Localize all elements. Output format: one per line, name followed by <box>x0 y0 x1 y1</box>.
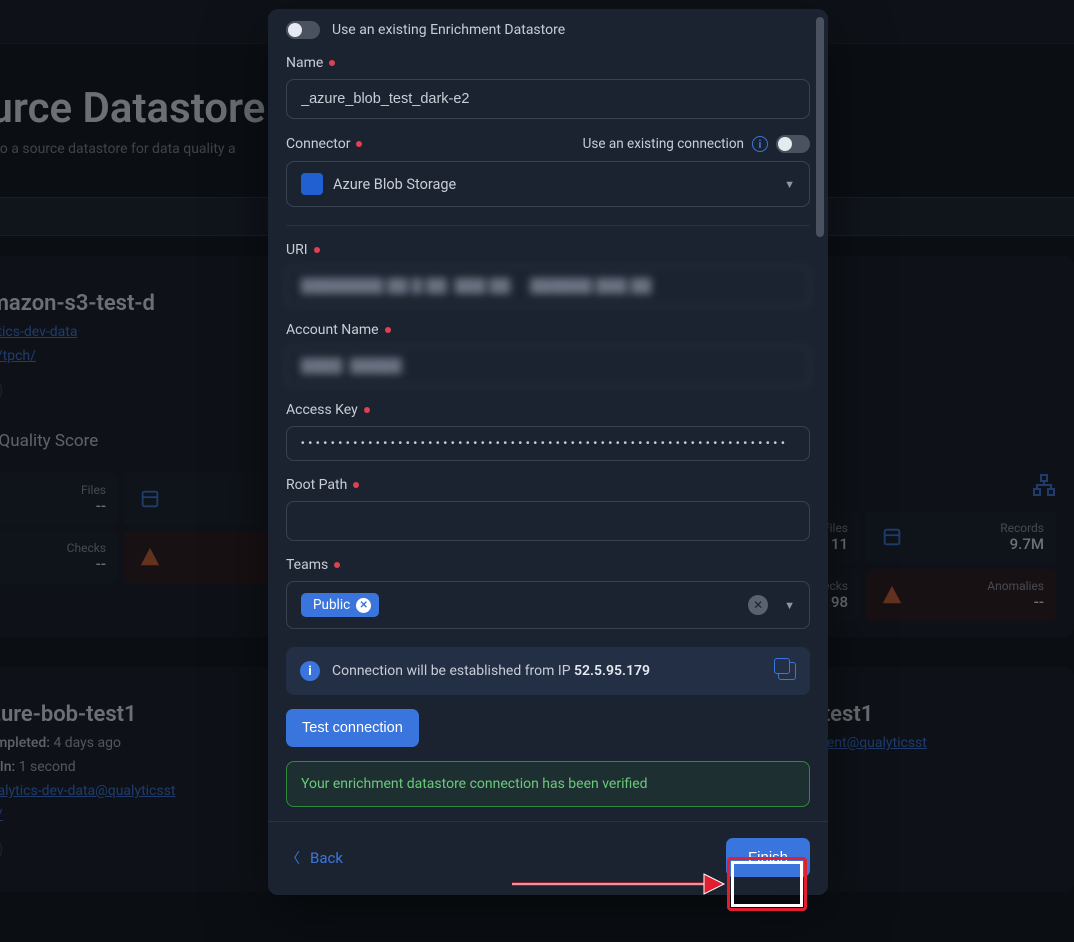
chevron-left-icon: 〈 <box>286 848 300 868</box>
back-button[interactable]: 〈 Back <box>286 848 343 868</box>
divider <box>286 225 810 226</box>
root-path-label: Root Path <box>286 477 347 493</box>
required-icon <box>334 562 340 568</box>
connector-label: Connector <box>286 136 350 152</box>
teams-label: Teams <box>286 557 328 573</box>
root-path-input[interactable] <box>286 501 810 541</box>
info-icon: i <box>300 661 320 681</box>
azure-blob-icon <box>301 173 323 195</box>
info-icon[interactable]: i <box>752 136 768 152</box>
required-icon <box>356 141 362 147</box>
existing-enrichment-toggle[interactable] <box>286 21 320 39</box>
success-message: Your enrichment datastore connection has… <box>301 776 648 792</box>
required-icon <box>364 407 370 413</box>
existing-connection-label: Use an existing connection <box>583 136 744 152</box>
uri-label: URI <box>286 242 308 258</box>
finish-button[interactable]: Finish <box>726 838 810 877</box>
account-name-label: Account Name <box>286 322 379 338</box>
access-key-input[interactable] <box>286 426 810 461</box>
account-name-input[interactable] <box>286 346 810 386</box>
required-icon <box>385 327 391 333</box>
name-label: Name <box>286 55 323 71</box>
copy-icon[interactable] <box>778 662 796 680</box>
success-banner: Your enrichment datastore connection has… <box>286 761 810 807</box>
teams-select[interactable]: Public ✕ ✕ ▼ <box>286 581 810 629</box>
back-label: Back <box>310 849 343 867</box>
team-chip[interactable]: Public ✕ <box>301 593 379 617</box>
connector-select[interactable]: Azure Blob Storage ▼ <box>286 161 810 207</box>
existing-connection-toggle[interactable] <box>776 135 810 153</box>
modal-scrollbar[interactable] <box>816 17 824 237</box>
existing-enrichment-label: Use an existing Enrichment Datastore <box>332 22 565 38</box>
required-icon <box>329 60 335 66</box>
add-datastore-modal: Use an existing Enrichment Datastore Nam… <box>268 9 828 895</box>
required-icon <box>353 482 359 488</box>
connector-value: Azure Blob Storage <box>333 176 456 193</box>
team-chip-label: Public <box>313 597 350 613</box>
ip-info-banner: i Connection will be established from IP… <box>286 647 810 695</box>
chevron-down-icon: ▼ <box>784 599 795 612</box>
uri-input[interactable] <box>286 266 810 306</box>
ip-banner-prefix: Connection will be established from IP <box>332 663 574 679</box>
remove-chip-icon[interactable]: ✕ <box>356 598 371 613</box>
ip-address: 52.5.95.179 <box>574 663 650 679</box>
required-icon <box>314 247 320 253</box>
clear-all-icon[interactable]: ✕ <box>748 595 768 615</box>
access-key-label: Access Key <box>286 402 358 418</box>
name-input[interactable] <box>286 79 810 119</box>
chevron-down-icon: ▼ <box>784 178 795 191</box>
test-connection-button[interactable]: Test connection <box>286 709 419 747</box>
